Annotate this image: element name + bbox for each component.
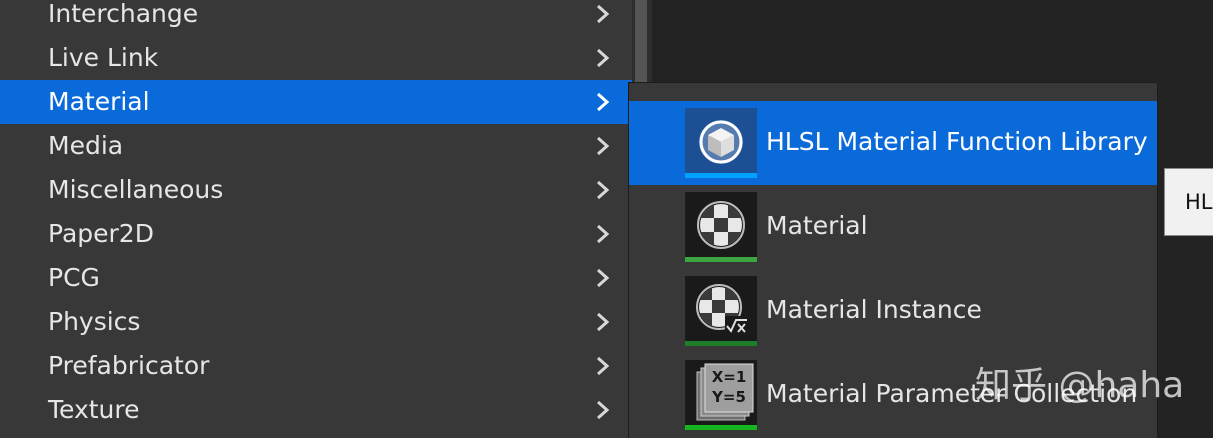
hlsl-function-library-icon — [699, 120, 743, 164]
chevron-right-icon — [597, 224, 610, 244]
watermark: 知乎 @haha — [975, 365, 1185, 406]
menu-item-live-link[interactable]: Live Link — [0, 36, 632, 80]
menu-item-paper2d[interactable]: Paper2D — [0, 212, 632, 256]
asset-thumbnail: X=1 Y=5 — [685, 360, 757, 430]
menu-item-label: Miscellaneous — [48, 175, 224, 204]
asset-type-color-bar — [685, 425, 757, 430]
material-sphere-icon — [697, 201, 745, 249]
submenu-item-material-instance[interactable]: Material Instance — [629, 269, 1157, 353]
submenu-item-hlsl-function-library[interactable]: HLSL Material Function Library — [629, 101, 1157, 185]
asset-thumbnail — [685, 276, 757, 346]
chevron-right-icon — [597, 48, 610, 68]
menu-item-label: Media — [48, 131, 124, 160]
chevron-right-icon — [597, 92, 610, 112]
chevron-right-icon — [597, 4, 610, 24]
menu-item-label: Prefabricator — [48, 351, 210, 380]
asset-thumbnail — [685, 192, 757, 262]
menu-item-media[interactable]: Media — [0, 124, 632, 168]
submenu-item-label: Material Instance — [766, 295, 982, 324]
menu-item-texture[interactable]: Texture — [0, 388, 632, 432]
menu-item-label: Material — [48, 87, 150, 116]
menu-item-prefabricator[interactable]: Prefabricator — [0, 344, 632, 388]
menu-item-label: Live Link — [48, 43, 159, 72]
menu-item-material[interactable]: Material — [0, 80, 632, 124]
chevron-right-icon — [597, 312, 610, 332]
menu-item-pcg[interactable]: PCG — [0, 256, 632, 300]
asset-type-color-bar — [685, 341, 757, 346]
menu-item-physics[interactable]: Physics — [0, 300, 632, 344]
menu-item-label: PCG — [48, 263, 100, 292]
parameter-x-text: X=1 — [712, 368, 747, 386]
chevron-right-icon — [597, 268, 610, 288]
chevron-right-icon — [597, 180, 610, 200]
category-menu: Interchange Live Link Material Media Mis… — [0, 0, 632, 438]
menu-item-label: Interchange — [48, 0, 199, 28]
parameter-y-text: Y=5 — [711, 388, 746, 406]
material-instance-icon — [696, 284, 749, 336]
scrollbar-thumb[interactable] — [635, 0, 647, 84]
chevron-right-icon — [597, 400, 610, 420]
submenu-item-material[interactable]: Material — [629, 185, 1157, 269]
asset-type-color-bar — [685, 173, 757, 178]
menu-item-miscellaneous[interactable]: Miscellaneous — [0, 168, 632, 212]
chevron-right-icon — [597, 356, 610, 376]
asset-type-color-bar — [685, 257, 757, 262]
asset-thumbnail — [685, 108, 757, 178]
chevron-right-icon — [597, 136, 610, 156]
tooltip: HL — [1164, 168, 1213, 236]
screen: Interchange Live Link Material Media Mis… — [0, 0, 1213, 438]
menu-item-label: Texture — [48, 395, 140, 424]
submenu-item-label: HLSL Material Function Library — [766, 127, 1148, 156]
menu-item-label: Paper2D — [48, 219, 154, 248]
submenu-item-label: Material — [766, 211, 868, 240]
parameter-collection-icon: X=1 Y=5 — [696, 363, 754, 421]
menu-item-label: Physics — [48, 307, 141, 336]
menu-item-interchange[interactable]: Interchange — [0, 0, 632, 36]
